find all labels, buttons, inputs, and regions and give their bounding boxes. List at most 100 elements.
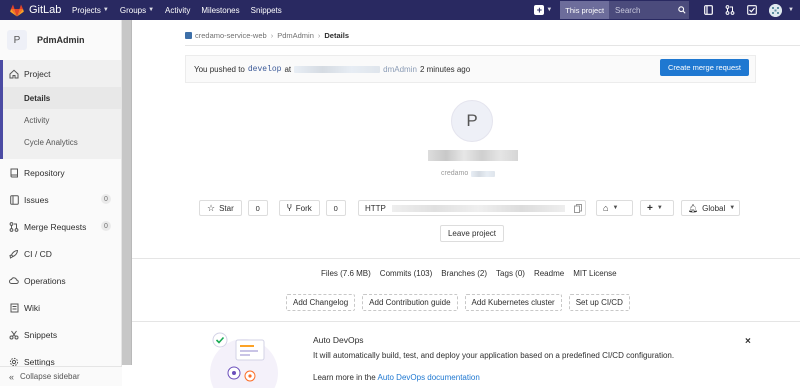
redacted-project-path: [294, 66, 381, 73]
main-content: credamo-service-web › PdmAdmin › Details…: [132, 20, 800, 388]
sidebar-item-snippets[interactable]: Snippets: [0, 321, 121, 348]
close-icon[interactable]: ×: [745, 336, 751, 347]
nav-activity-label: Activity: [165, 5, 191, 15]
collapse-sidebar-button[interactable]: « Collapse sidebar: [0, 366, 122, 386]
auto-devops-learn-more: Learn more in the Auto DevOps documentat…: [313, 373, 480, 382]
sidebar-item-repository[interactable]: Repository: [0, 159, 121, 186]
sidebar-sub-details[interactable]: Details: [3, 87, 121, 109]
merge-request-icon: [9, 221, 19, 232]
double-chevron-left-icon: «: [9, 371, 15, 382]
chevron-down-icon: ▼: [546, 7, 553, 13]
push-prefix: You pushed to: [194, 65, 245, 74]
clone-url-field: HTTP: [358, 200, 586, 216]
sidebar-item-merge-requests[interactable]: Merge Requests 0: [0, 213, 121, 240]
star-count[interactable]: 0: [247, 200, 268, 216]
sidebar-scrollbar[interactable]: [122, 20, 132, 365]
project-stats: Files (7.6 MB) Commits (103) Branches (2…: [321, 269, 626, 278]
search-icon[interactable]: [675, 6, 689, 14]
breadcrumb-project[interactable]: PdmAdmin: [277, 31, 314, 40]
chevron-down-icon: ▼: [656, 205, 663, 211]
project-sidebar: P PdmAdmin Project Details Activity Cycl…: [0, 20, 122, 386]
breadcrumb-divider: [185, 45, 800, 46]
top-navbar: GitLab Projects ▼ Groups ▼ Activity Milest…: [0, 0, 800, 20]
breadcrumb-group[interactable]: credamo-service-web: [195, 31, 267, 40]
sidebar-item-label: Issues: [24, 194, 49, 205]
group-logo-icon: [185, 32, 192, 39]
download-icon: ⌂: [603, 203, 609, 213]
star-label: Star: [219, 203, 234, 213]
search-scope-badge[interactable]: This project: [560, 1, 610, 19]
add-changelog-button[interactable]: Add Changelog: [286, 294, 356, 311]
sidebar-sub-cycle-analytics[interactable]: Cycle Analytics: [3, 131, 121, 153]
sidebar-item-project[interactable]: Project: [3, 60, 121, 87]
sidebar-item-wiki[interactable]: Wiki: [0, 294, 121, 321]
stat-license[interactable]: MIT License: [573, 269, 616, 278]
sidebar-item-label: Snippets: [24, 329, 58, 340]
nav-snippets-label: Snippets: [250, 5, 282, 15]
project-cta-row: Add Changelog Add Contribution guide Add…: [286, 294, 637, 311]
todo-nav-icon[interactable]: [741, 0, 763, 20]
sidebar-item-issues[interactable]: Issues 0: [0, 186, 121, 213]
new-dropdown[interactable]: + ▼: [534, 5, 552, 15]
stat-readme[interactable]: Readme: [534, 269, 564, 278]
sidebar-item-label: Settings: [24, 356, 55, 367]
collapse-sidebar-label: Collapse sidebar: [20, 372, 80, 381]
redacted-clone-url[interactable]: [391, 204, 565, 212]
sidebar-sub-activity[interactable]: Activity: [3, 109, 121, 131]
merge-requests-count-badge: 0: [101, 221, 111, 231]
sidebar-item-label: Repository: [24, 167, 65, 178]
redacted-project-title: [428, 150, 518, 161]
download-dropdown[interactable]: ⌂ ▼: [596, 200, 633, 216]
issues-icon: [9, 194, 19, 205]
fork-button[interactable]: Ⴤ Fork: [279, 200, 320, 216]
nav-milestones-label: Milestones: [201, 5, 240, 15]
auto-devops-docs-link[interactable]: Auto DevOps documentation: [377, 373, 479, 382]
branch-link[interactable]: develop: [248, 65, 282, 74]
fork-group: Ⴤ Fork 0: [279, 200, 346, 216]
copy-icon[interactable]: [571, 201, 585, 215]
auto-devops-illustration: [210, 332, 278, 388]
stat-files[interactable]: Files (7.6 MB): [321, 269, 371, 278]
stat-branches[interactable]: Branches (2): [441, 269, 487, 278]
issues-count-badge: 0: [101, 194, 111, 204]
merge-request-nav-icon[interactable]: [719, 0, 741, 20]
notification-dropdown[interactable]: 🔔︎ Global ▼: [681, 200, 740, 216]
fork-count[interactable]: 0: [325, 200, 346, 216]
add-contribution-guide-button[interactable]: Add Contribution guide: [362, 294, 458, 311]
nav-activity[interactable]: Activity: [165, 6, 190, 15]
namespace-fragment: credamo: [441, 170, 469, 177]
chevron-right-icon: ›: [270, 31, 274, 40]
gitlab-brand[interactable]: GitLab: [0, 4, 72, 17]
search-input[interactable]: [609, 5, 676, 15]
clone-protocol-dropdown[interactable]: HTTP: [359, 204, 386, 213]
push-project-suffix[interactable]: dmAdmin: [383, 65, 417, 74]
nav-projects[interactable]: Projects ▼: [72, 6, 109, 15]
create-merge-request-button[interactable]: Create merge request: [660, 59, 749, 76]
nav-groups[interactable]: Groups ▼: [120, 6, 154, 15]
sidebar-project-header[interactable]: P PdmAdmin: [0, 20, 121, 60]
home-icon: [9, 69, 19, 79]
push-time: 2 minutes ago: [419, 65, 471, 74]
stat-commits[interactable]: Commits (103): [380, 269, 432, 278]
plus-icon: +: [534, 5, 545, 15]
project-namespace: credamo: [441, 170, 498, 177]
stat-tags[interactable]: Tags (0): [496, 269, 525, 278]
star-button[interactable]: ☆ Star: [199, 200, 242, 216]
user-avatar[interactable]: [769, 3, 783, 17]
project-avatar: P: [7, 30, 27, 50]
breadcrumb-current: Details: [324, 31, 349, 40]
issues-nav-icon[interactable]: [697, 0, 719, 20]
add-dropdown[interactable]: + ▼: [640, 200, 674, 216]
leave-project-button[interactable]: Leave project: [440, 225, 504, 242]
sidebar-project-name: PdmAdmin: [37, 35, 85, 45]
setup-ci-cd-button[interactable]: Set up CI/CD: [568, 294, 630, 311]
auto-devops-title: Auto DevOps: [313, 335, 364, 345]
nav-milestones[interactable]: Milestones: [201, 6, 239, 15]
redacted-namespace: [471, 170, 496, 177]
push-message: You pushed to develop at dmAdmin 2 minut…: [194, 65, 470, 74]
rocket-icon: [9, 249, 19, 259]
sidebar-item-ci-cd[interactable]: CI / CD: [0, 240, 121, 267]
sidebar-item-operations[interactable]: Operations: [0, 267, 121, 294]
nav-snippets[interactable]: Snippets: [251, 6, 282, 15]
add-kubernetes-cluster-button[interactable]: Add Kubernetes cluster: [464, 294, 562, 311]
